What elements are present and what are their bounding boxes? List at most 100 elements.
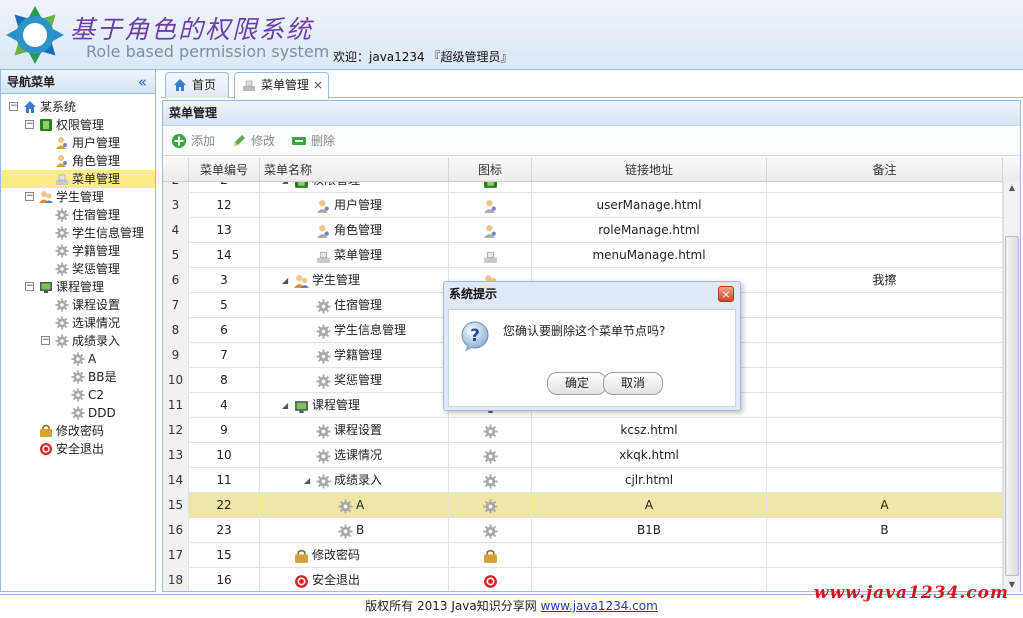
nav-tree-label: 选课情况 <box>72 316 121 330</box>
student-icon <box>39 190 53 204</box>
app-title: 基于角色的权限系统 <box>70 15 314 44</box>
menu-note-cell: 我擦 <box>767 268 1003 293</box>
footer-link[interactable]: www.java1234.com <box>541 599 658 613</box>
nav-tree-node[interactable]: − 成绩录入 <box>1 332 155 350</box>
welcome-text: 欢迎：java1234 『超级管理员』 <box>333 50 513 64</box>
table-row[interactable]: 16 23 B B1B B <box>163 518 1003 543</box>
menu-icon-cell <box>449 418 532 443</box>
tab-close-icon[interactable]: × <box>313 73 323 97</box>
menu-note-cell <box>767 343 1003 368</box>
nav-tree-node[interactable]: − 课程管理 <box>1 278 155 296</box>
table-row[interactable]: 13 10 选课情况 xkqk.html <box>163 443 1003 468</box>
course-icon <box>294 398 309 413</box>
menu-icon-cell <box>449 518 532 543</box>
column-header-url[interactable]: 链接地址 <box>532 158 767 182</box>
column-header-id[interactable]: 菜单编号 <box>189 158 260 182</box>
tree-toggle-icon[interactable]: − <box>25 192 34 201</box>
nav-tree-node[interactable]: DDD <box>1 404 155 422</box>
table-row[interactable]: 17 15 修改密码 <box>163 543 1003 568</box>
menu-note-cell <box>767 543 1003 568</box>
edit-button[interactable]: 修改 <box>231 132 275 150</box>
nav-tree-label: 课程设置 <box>72 298 121 312</box>
menu-name-cell: ◢ 学生管理 <box>260 268 449 293</box>
menu-name-label: 用户管理 <box>334 198 383 212</box>
column-header-note[interactable]: 备注 <box>767 158 1003 182</box>
table-row[interactable]: 22 ◢ 权限管理 <box>163 182 1003 193</box>
home-icon <box>23 100 37 114</box>
nav-tree-node[interactable]: A <box>1 350 155 368</box>
nav-tree-node[interactable]: 选课情况 <box>1 314 155 332</box>
tree-toggle-icon[interactable]: − <box>41 336 50 345</box>
nav-tree-label: 菜单管理 <box>72 172 121 186</box>
menu-note-cell: A <box>767 493 1003 518</box>
gear-icon <box>55 226 69 240</box>
table-row[interactable]: 14 11 ◢ 成绩录入 cjlr.html <box>163 468 1003 493</box>
dialog-body: ? 您确认要删除这个菜单节点吗? 确定 取消 <box>448 309 736 407</box>
menu-name-label: 权限管理 <box>312 182 360 193</box>
menu-id-cell: 7 <box>189 343 260 368</box>
expand-arrow-icon[interactable]: ◢ <box>304 468 310 493</box>
nav-panel: 导航菜单 « − 某系统 − 权限管理 用户管理 角色管理 菜单管理 − 学生管理 住宿管理 学生信… <box>0 70 156 592</box>
nav-tree-node[interactable]: 菜单管理 <box>1 170 155 188</box>
nav-tree-node[interactable]: C2 <box>1 386 155 404</box>
table-row[interactable]: 15 22 A A A <box>163 493 1003 518</box>
cancel-button[interactable]: 取消 <box>603 372 663 395</box>
menu-id-cell: 5 <box>189 293 260 318</box>
nav-tree-node[interactable]: − 学生管理 <box>1 188 155 206</box>
gear-icon <box>482 498 498 514</box>
table-row[interactable]: 5 14 菜单管理 menuManage.html <box>163 243 1003 268</box>
tab-home[interactable]: 首页 <box>165 72 229 98</box>
role-icon <box>483 223 498 238</box>
ok-button[interactable]: 确定 <box>547 372 607 395</box>
tab-bar: 首页 菜单管理 × <box>161 70 1023 99</box>
expand-arrow-icon[interactable]: ◢ <box>282 182 288 193</box>
tree-toggle-icon[interactable]: − <box>25 120 34 129</box>
scroll-thumb[interactable] <box>1005 236 1019 576</box>
column-header-icon[interactable]: 图标 <box>449 158 532 182</box>
menu-id-cell: 8 <box>189 368 260 393</box>
tree-toggle-icon[interactable]: − <box>25 282 34 291</box>
menu-note-cell <box>767 418 1003 443</box>
gear-icon <box>316 348 331 364</box>
add-button[interactable]: 添加 <box>171 132 215 150</box>
nav-tree-node[interactable]: 课程设置 <box>1 296 155 314</box>
logout-icon <box>39 442 53 456</box>
nav-tree-node[interactable]: 学籍管理 <box>1 242 155 260</box>
nav-tree-node[interactable]: 学生信息管理 <box>1 224 155 242</box>
row-number: 16 <box>163 518 189 543</box>
expand-arrow-icon[interactable]: ◢ <box>282 268 288 293</box>
nav-tree-node[interactable]: 奖惩管理 <box>1 260 155 278</box>
nav-tree-node[interactable]: 修改密码 <box>1 422 155 440</box>
table-row[interactable]: 3 12 用户管理 userManage.html <box>163 193 1003 218</box>
column-header-name[interactable]: 菜单名称 <box>260 158 449 182</box>
nav-tree-node[interactable]: 住宿管理 <box>1 206 155 224</box>
scroll-up-icon[interactable]: ▲ <box>1004 181 1020 195</box>
nav-tree-node[interactable]: − 某系统 <box>1 98 155 116</box>
nav-tree-node[interactable]: 角色管理 <box>1 152 155 170</box>
table-row[interactable]: 4 13 角色管理 roleManage.html <box>163 218 1003 243</box>
nav-tree-node[interactable]: BB是 <box>1 368 155 386</box>
delete-button[interactable]: 删除 <box>291 132 335 150</box>
menu-url-cell: menuManage.html <box>532 243 767 268</box>
tab-menu-manage[interactable]: 菜单管理 × <box>234 72 329 99</box>
expand-arrow-icon[interactable]: ◢ <box>282 393 288 418</box>
menu-icon <box>483 248 498 263</box>
grid-scrollbar[interactable]: ▲ ▼ <box>1003 181 1020 592</box>
menu-name-cell: B <box>260 518 449 543</box>
table-row[interactable]: 12 9 课程设置 kcsz.html <box>163 418 1003 443</box>
nav-tree-label: 住宿管理 <box>72 208 121 222</box>
nav-tree-label: 学籍管理 <box>72 244 121 258</box>
dialog-close-icon[interactable]: × <box>718 286 734 302</box>
nav-tree-node[interactable]: 用户管理 <box>1 134 155 152</box>
row-number: 7 <box>163 293 189 318</box>
gear-icon <box>482 423 498 439</box>
menu-url-cell <box>532 543 767 568</box>
gear-icon <box>316 473 331 489</box>
menu-name-cell: 学籍管理 <box>260 343 449 368</box>
gear-icon <box>71 352 85 366</box>
collapse-icon[interactable]: « <box>138 70 147 94</box>
tree-toggle-icon[interactable]: − <box>9 102 18 111</box>
add-icon <box>172 134 186 148</box>
nav-tree-node[interactable]: 安全退出 <box>1 440 155 458</box>
nav-tree-node[interactable]: − 权限管理 <box>1 116 155 134</box>
